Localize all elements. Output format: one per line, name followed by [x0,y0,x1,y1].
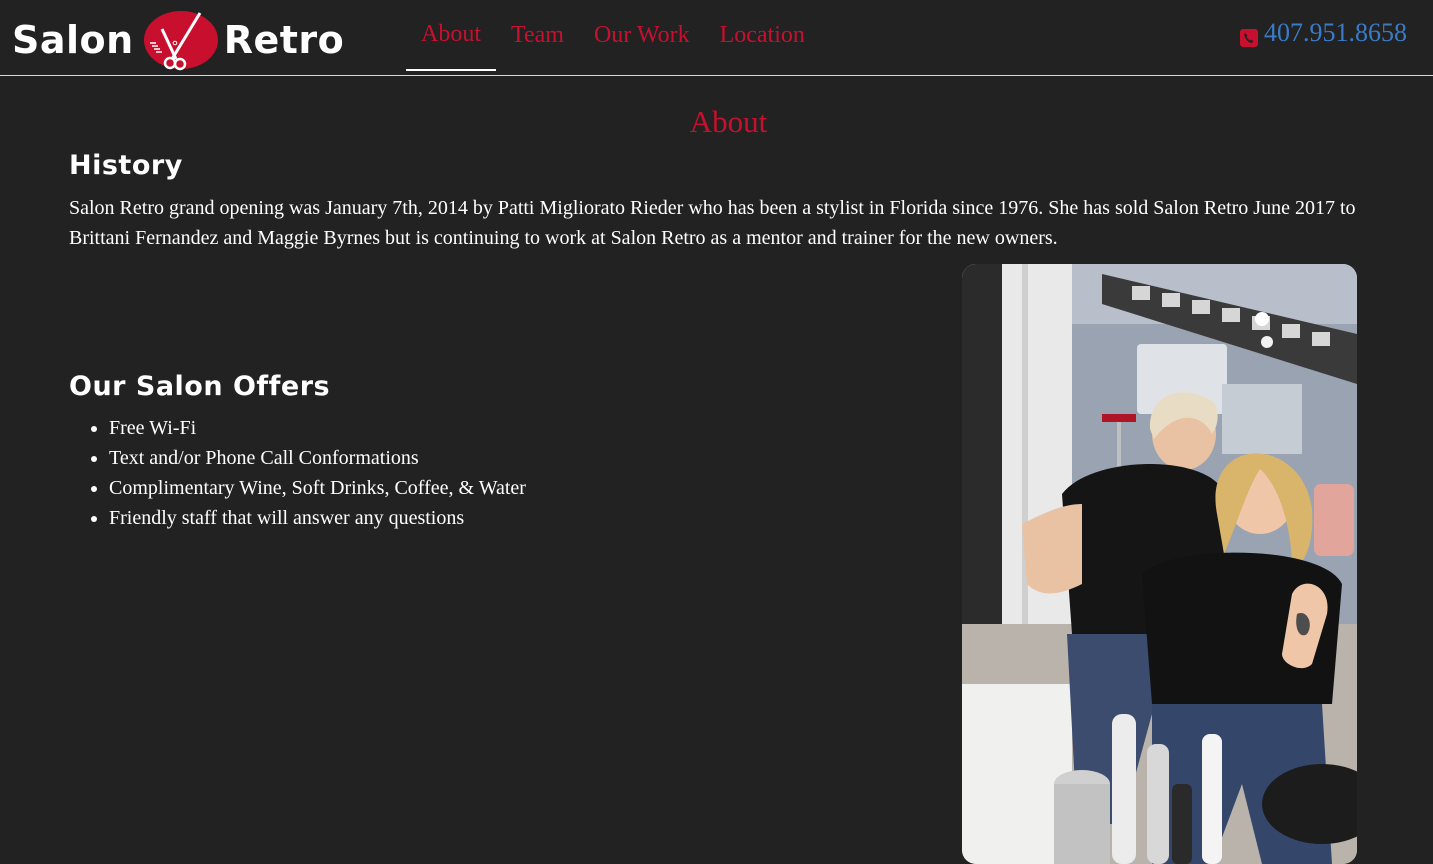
logo-word-retro: Retro [223,18,345,62]
list-item: Free Wi-Fi [109,413,526,443]
offers-heading: Our Salon Offers [69,371,331,402]
logo-word-salon: Salon [12,18,134,62]
main-nav: About Team Our Work Location [406,0,820,76]
page-title: About [689,104,768,139]
nav-item-location[interactable]: Location [705,0,820,71]
history-heading: History [69,150,183,181]
phone-number: 407.951.8658 [1264,18,1407,47]
nav-item-about[interactable]: About [406,0,496,71]
nav-item-team[interactable]: Team [496,0,579,71]
list-item: Complimentary Wine, Soft Drinks, Coffee,… [109,473,526,503]
phone-icon [1240,24,1258,47]
salon-retro-logo[interactable]: Salon Retro [12,8,352,72]
nav-item-our-work[interactable]: Our Work [579,0,705,71]
offers-list: Free Wi-Fi Text and/or Phone Call Confor… [69,413,526,533]
history-text: Salon Retro grand opening was January 7t… [69,197,1356,249]
phone-link[interactable]: 407.951.8658 [1240,18,1407,48]
stylists-photo [962,264,1357,864]
scissors-icon [142,9,220,71]
list-item: Friendly staff that will answer any ques… [109,503,526,533]
list-item: Text and/or Phone Call Conformations [109,443,526,473]
navbar: Salon Retro About Team Our Work Location… [0,0,1433,76]
